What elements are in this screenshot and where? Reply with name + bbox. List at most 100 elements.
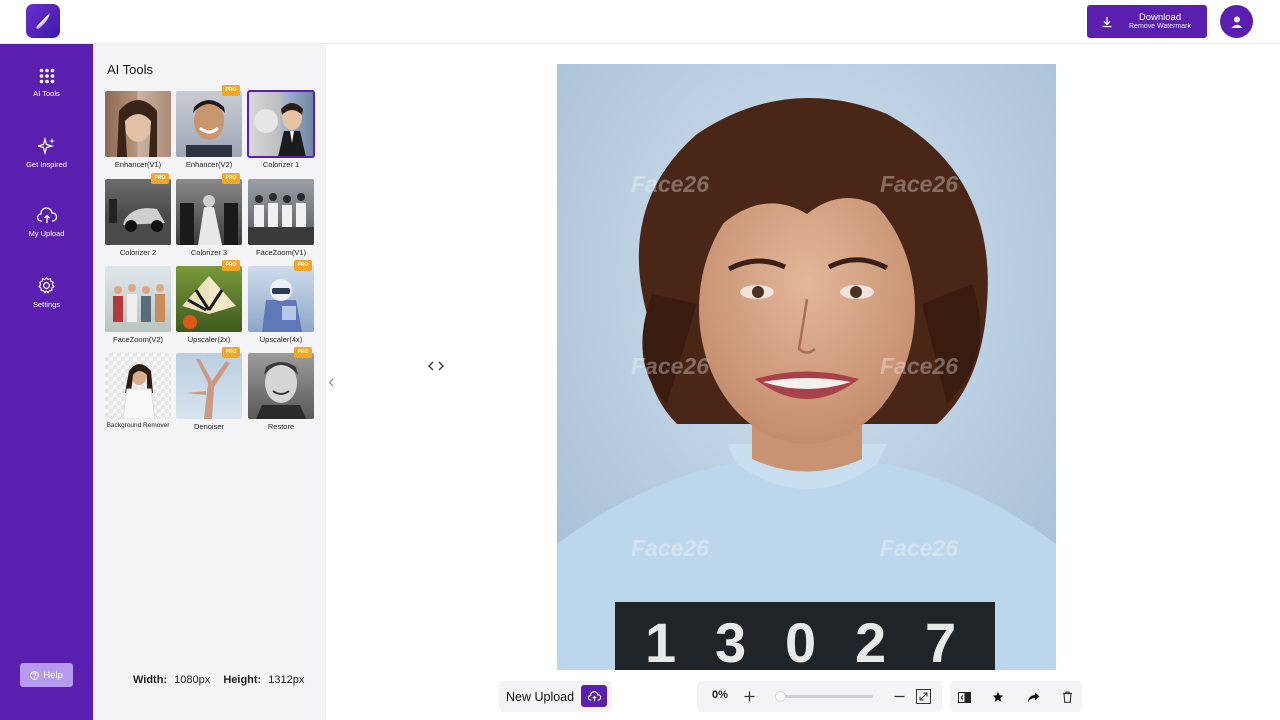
- tool-label: Restore: [267, 422, 295, 431]
- zoom-out-button[interactable]: [890, 687, 908, 705]
- download-icon: [1102, 16, 1112, 27]
- sparkle-icon: [37, 137, 55, 155]
- height-value: 1312px: [268, 674, 305, 686]
- height-label: Height:: [223, 674, 262, 686]
- tool-facezoom-v1[interactable]: FaceZoom(V1): [248, 179, 314, 257]
- tool-thumbnail: [248, 266, 314, 332]
- tool-label: Colorizer 1: [262, 160, 300, 169]
- tool-label: Background Remover: [106, 422, 170, 429]
- tool-thumbnail: [105, 179, 171, 245]
- result-image: 1 3 0 2 7 Face26 Face26 Face26 Face26 Fa…: [557, 64, 1056, 670]
- user-icon: [1231, 16, 1242, 28]
- tool-enhancer-v1[interactable]: Enhancer(V1): [105, 91, 171, 169]
- user-avatar[interactable]: [1220, 5, 1253, 38]
- tool-label: Enhancer(V1): [114, 160, 162, 169]
- compare-view-button[interactable]: [954, 687, 974, 707]
- app-logo[interactable]: [26, 4, 60, 38]
- tool-label: FaceZoom(V1): [255, 248, 306, 257]
- plus-icon: [744, 691, 754, 701]
- nav-rail: AI Tools Get Inspired My Upload Settings: [0, 44, 93, 720]
- pro-badge: PRO: [222, 85, 240, 96]
- zoom-in-button[interactable]: [740, 687, 758, 705]
- tool-thumbnail: [176, 353, 242, 419]
- ai-tools-panel: AI Tools Enhancer(V1) PRO Enhancer(V2) C…: [93, 44, 326, 720]
- nav-label: Get Inspired: [26, 160, 67, 169]
- fullscreen-button[interactable]: [914, 687, 932, 705]
- collapse-panel-button[interactable]: [325, 373, 337, 391]
- split-view-icon: [957, 691, 971, 703]
- sign-digit: 1: [645, 611, 676, 670]
- tool-thumbnail: [176, 266, 242, 332]
- compare-toggle[interactable]: [427, 359, 445, 373]
- pro-badge: PRO: [294, 347, 312, 358]
- tool-colorizer-3[interactable]: PRO Colorizer 3: [176, 173, 242, 257]
- trash-icon: [1062, 691, 1072, 703]
- zoom-level: 0%: [712, 689, 728, 701]
- tool-label: Colorizer 2: [119, 248, 157, 257]
- share-button[interactable]: [1023, 687, 1043, 707]
- tool-label: Upscaler(4x): [259, 335, 303, 344]
- tool-thumbnail: [105, 91, 171, 157]
- star-icon: [992, 691, 1004, 702]
- tool-colorizer-2[interactable]: PRO Colorizer 2: [105, 173, 171, 257]
- tool-thumbnail: [176, 91, 242, 157]
- nav-item-my-upload[interactable]: My Upload: [0, 207, 93, 238]
- share-icon: [1027, 692, 1039, 702]
- tool-upscaler-4x[interactable]: PRO Upscaler(4x): [248, 260, 314, 344]
- help-label: Help: [43, 669, 63, 681]
- sign-digit: 7: [925, 611, 956, 670]
- pro-badge: PRO: [222, 347, 240, 358]
- tool-label: Denoiser: [193, 422, 224, 431]
- watermark: Face26: [631, 171, 710, 197]
- tool-denoiser[interactable]: PRO Denoiser: [176, 347, 242, 431]
- tool-label: FaceZoom(V2): [112, 335, 163, 344]
- tool-colorizer-1[interactable]: Colorizer 1: [247, 90, 315, 169]
- tool-background-remover[interactable]: Background Remover: [105, 353, 171, 429]
- width-value: 1080px: [174, 674, 211, 686]
- watermark: Face26: [631, 535, 710, 561]
- tool-thumbnail: [248, 179, 314, 245]
- top-bar: Download Remove Watermark: [0, 0, 1280, 44]
- pro-badge: PRO: [222, 173, 240, 184]
- download-sublabel: Remove Watermark: [1129, 22, 1191, 30]
- tool-thumbnail: [176, 179, 242, 245]
- tool-facezoom-v2[interactable]: FaceZoom(V2): [105, 266, 171, 344]
- tool-thumbnail: [248, 353, 314, 419]
- code-arrows-icon: [428, 361, 444, 371]
- nav-label: My Upload: [28, 229, 65, 238]
- cloud-upload-icon: [36, 207, 57, 223]
- zoom-toolbar: 0%: [697, 681, 942, 712]
- chevron-left-icon: [328, 378, 334, 386]
- tool-label: Upscaler(2x): [187, 335, 231, 344]
- sign-digit: 2: [855, 611, 886, 670]
- tool-label: Enhancer(V2): [185, 160, 233, 169]
- minus-icon: [894, 695, 904, 697]
- pro-badge: PRO: [294, 260, 312, 271]
- download-button[interactable]: Download Remove Watermark: [1087, 5, 1207, 38]
- zoom-slider[interactable]: [775, 691, 873, 702]
- gear-icon: [38, 276, 55, 294]
- zoom-slider-handle[interactable]: [775, 691, 786, 702]
- watermark: Face26: [880, 535, 959, 561]
- upload-toolbar: New Upload: [499, 681, 612, 712]
- help-button[interactable]: Help: [20, 663, 73, 687]
- tool-upscaler-2x[interactable]: PRO Upscaler(2x): [176, 260, 242, 344]
- logo-icon: [36, 13, 50, 29]
- delete-button[interactable]: [1057, 687, 1077, 707]
- watermark: Face26: [880, 353, 959, 379]
- pro-badge: PRO: [151, 173, 169, 184]
- nav-item-ai-tools[interactable]: AI Tools: [0, 68, 93, 98]
- nav-label: AI Tools: [33, 89, 60, 98]
- image-dimensions: Width: 1080px Height: 1312px: [133, 674, 304, 686]
- upload-button[interactable]: [581, 685, 607, 707]
- nav-item-settings[interactable]: Settings: [0, 276, 93, 309]
- tool-thumbnail: [105, 353, 171, 419]
- favorite-button[interactable]: [988, 687, 1008, 707]
- tool-restore[interactable]: PRO Restore: [248, 347, 314, 431]
- new-upload-button[interactable]: New Upload: [506, 690, 574, 704]
- nav-label: Settings: [32, 300, 61, 309]
- sign-digit: 0: [785, 611, 816, 670]
- tool-enhancer-v2[interactable]: PRO Enhancer(V2): [176, 85, 242, 169]
- nav-item-get-inspired[interactable]: Get Inspired: [0, 137, 93, 169]
- tool-thumbnail: [105, 266, 171, 332]
